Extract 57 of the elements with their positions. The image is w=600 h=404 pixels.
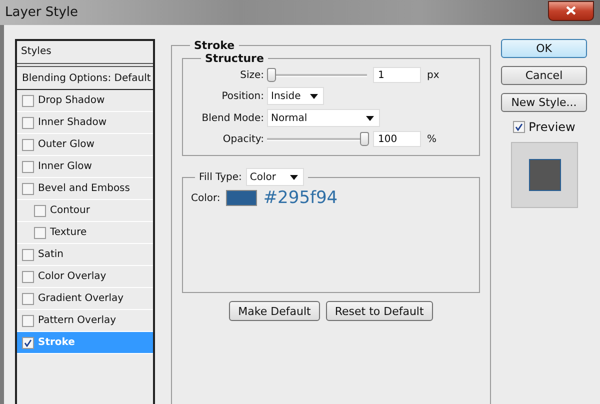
style-item[interactable]: Inner Shadow	[17, 112, 153, 134]
close-button[interactable]	[548, 0, 594, 20]
checkbox[interactable]	[22, 160, 34, 172]
unit-label: px	[427, 70, 440, 80]
style-item[interactable]: Satin	[17, 244, 153, 266]
group-title: Stroke	[193, 39, 236, 52]
checkbox[interactable]	[22, 336, 34, 348]
checkbox[interactable]	[22, 182, 34, 194]
checkbox[interactable]	[22, 292, 34, 304]
slider-thumb[interactable]	[360, 132, 369, 146]
field-label: Blend Mode:	[200, 112, 265, 124]
preview-checkbox[interactable]	[512, 121, 525, 133]
style-item[interactable]: Bevel and Emboss	[17, 178, 153, 200]
default-button[interactable]: Make Default	[229, 301, 320, 321]
opacity-input[interactable]: 100	[373, 131, 421, 147]
style-item[interactable]: Color Overlay	[17, 266, 153, 288]
field-label: Opacity:	[222, 134, 265, 144]
checkbox[interactable]	[22, 116, 34, 128]
hex-code: #295f94	[263, 188, 338, 208]
color-swatch[interactable]	[226, 190, 258, 206]
window-title: Layer Style	[5, 5, 78, 20]
dialog-button[interactable]: New Style...	[501, 93, 587, 112]
checkbox[interactable]	[34, 204, 46, 216]
field-label: Fill Type:	[199, 172, 242, 182]
checkbox[interactable]	[22, 138, 34, 150]
checkbox[interactable]	[22, 248, 34, 260]
caret-icon	[366, 116, 374, 120]
slider-thumb[interactable]	[267, 68, 276, 82]
caret-icon	[290, 174, 298, 180]
fill-type-dropdown[interactable]: Color	[246, 168, 304, 186]
field-label: Position:	[220, 90, 265, 102]
style-item[interactable]: Gradient Overlay	[17, 288, 153, 310]
checkbox[interactable]	[22, 314, 34, 326]
size-input[interactable]: 1	[373, 67, 421, 83]
preview-square	[528, 159, 560, 191]
style-item[interactable]: Drop Shadow	[17, 90, 153, 112]
blending-options-item[interactable]: Blending Options: Default	[17, 67, 153, 90]
style-item[interactable]: Outer Glow	[17, 134, 153, 156]
position-dropdown[interactable]: Inside	[267, 87, 324, 105]
style-item[interactable]: Texture	[17, 222, 153, 244]
group-title: Structure	[204, 52, 265, 65]
unit-label: %	[427, 134, 437, 144]
blend-mode-dropdown[interactable]: Normal	[267, 109, 380, 127]
preview-label: Preview	[528, 120, 576, 134]
field-label: Color:	[191, 192, 220, 204]
dialog-button[interactable]: OK	[501, 39, 587, 58]
checkbox[interactable]	[22, 270, 34, 282]
panel-header: Styles	[17, 41, 153, 67]
field-label: Size:	[239, 70, 265, 80]
close-icon	[566, 6, 576, 15]
style-item[interactable]: Contour	[17, 200, 153, 222]
caret-icon	[310, 94, 318, 98]
dialog-button[interactable]: Cancel	[501, 66, 587, 85]
checkbox[interactable]	[22, 94, 34, 106]
checkbox[interactable]	[34, 226, 46, 238]
style-item[interactable]: Inner Glow	[17, 156, 153, 178]
default-button[interactable]: Reset to Default	[326, 301, 433, 321]
